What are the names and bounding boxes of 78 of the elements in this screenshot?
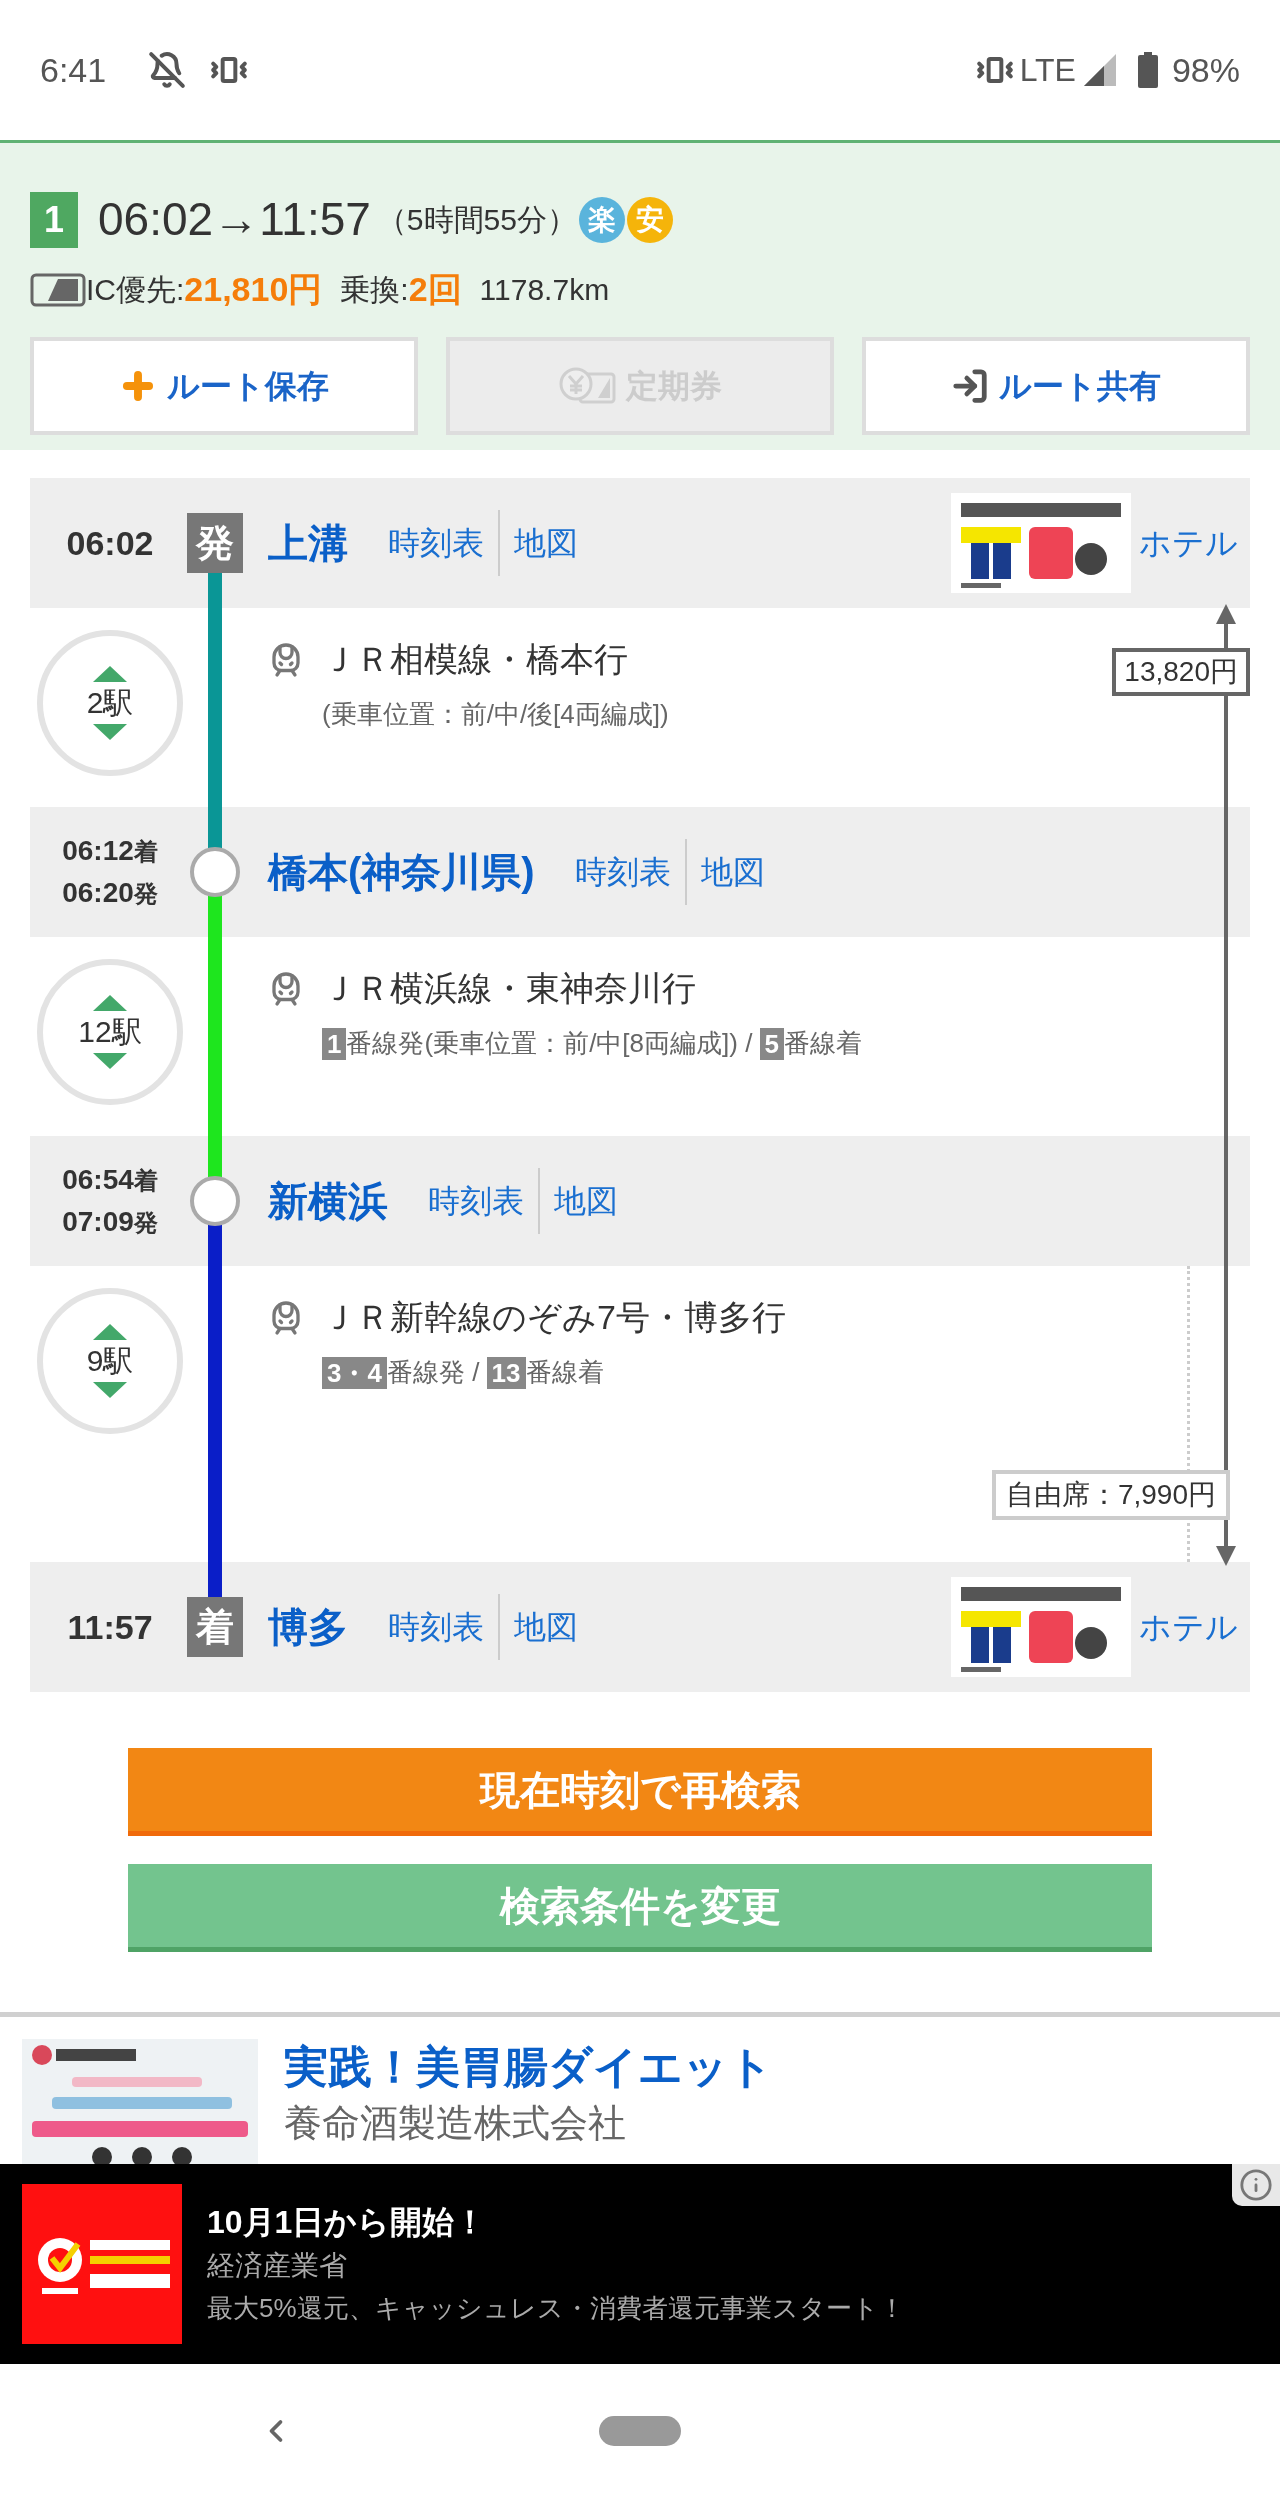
platform-info: (乗車位置：前/中/後[4両編成]) bbox=[322, 698, 669, 731]
transfer-label: 乗換: bbox=[340, 272, 409, 308]
station-link[interactable]: 地図 bbox=[700, 848, 765, 896]
ic-card-icon bbox=[30, 272, 86, 307]
info-icon bbox=[1239, 2168, 1273, 2202]
station-name[interactable]: 上溝 bbox=[268, 513, 348, 573]
route-times: 06:02→11:57 bbox=[98, 192, 371, 247]
ad-title[interactable]: 実践！美胃腸ダイエット bbox=[284, 2039, 773, 2094]
line-name: ＪＲ新幹線のぞみ7号・博多行 bbox=[322, 1297, 786, 1338]
station-name[interactable]: 橋本(神奈川県) bbox=[268, 842, 535, 902]
bell-off-icon bbox=[148, 51, 187, 89]
fare-label: IC優先: bbox=[86, 272, 185, 308]
down-triangle-icon bbox=[93, 724, 127, 740]
down-triangle-icon bbox=[93, 1382, 127, 1398]
up-triangle-icon bbox=[93, 666, 127, 682]
up-triangle-icon bbox=[93, 995, 127, 1011]
hotel-link[interactable]: ホテル bbox=[1139, 519, 1238, 567]
banner-advertiser: 経済産業省 bbox=[207, 2249, 348, 2283]
station-time: 07:09発 bbox=[62, 1208, 158, 1236]
line-name: ＪＲ横浜線・東神奈川行 bbox=[322, 968, 696, 1009]
yen-card-icon bbox=[558, 366, 616, 406]
station-link[interactable]: 地図 bbox=[514, 519, 578, 567]
through-fare-label: 13,820円 bbox=[1112, 648, 1250, 696]
station-link[interactable]: 時刻表 bbox=[388, 1603, 484, 1651]
seat-fare-label: 自由席：7,990円 bbox=[991, 1470, 1230, 1520]
station-time: 06:54着 bbox=[62, 1166, 158, 1194]
share-icon bbox=[951, 367, 989, 405]
line-name: ＪＲ相模線・橋本行 bbox=[322, 639, 628, 680]
hotel-link[interactable]: ホテル bbox=[1139, 1603, 1238, 1651]
station-time: 06:12着 bbox=[62, 837, 158, 865]
station-name[interactable]: 博多 bbox=[268, 1597, 348, 1657]
route-tag: 楽 bbox=[578, 196, 625, 243]
platform-info: 番線発 / bbox=[386, 1356, 481, 1389]
platform-badge: 13 bbox=[486, 1356, 526, 1389]
battery-level: 98% bbox=[1171, 49, 1240, 91]
ad-sponsor: 養命酒製造株式会社 bbox=[284, 2101, 627, 2146]
station-time: 06:20発 bbox=[62, 879, 158, 907]
route-action-button[interactable]: ルート保存 bbox=[30, 337, 418, 435]
platform-info: 番線発(乗車位置：前/中[8両編成]) / bbox=[346, 1027, 754, 1060]
ad-banner[interactable]: 10月1日から開始！ 経済産業省 最大5%還元、キャッシュレス・消費者還元事業スタート！ bbox=[0, 2164, 1280, 2364]
info-button[interactable] bbox=[1232, 2164, 1280, 2206]
station-node bbox=[190, 847, 240, 897]
route-number: 1 bbox=[30, 191, 78, 248]
stop-count: 9駅 bbox=[86, 1346, 134, 1376]
station-link[interactable]: 地図 bbox=[514, 1603, 578, 1651]
route-duration: （5時間55分） bbox=[376, 202, 577, 238]
down-triangle-icon bbox=[93, 1053, 127, 1069]
station-name[interactable]: 新横浜 bbox=[268, 1171, 388, 1231]
transfer-count: 2回 bbox=[408, 269, 462, 310]
station-mark: 発 bbox=[187, 513, 243, 573]
stop-count: 2駅 bbox=[86, 688, 134, 718]
platform-badge: 5 bbox=[759, 1027, 785, 1060]
fare-amount: 21,810円 bbox=[184, 269, 323, 310]
station-link[interactable]: 時刻表 bbox=[428, 1177, 524, 1225]
platform-badge: 1 bbox=[322, 1027, 347, 1060]
distance: 1178.7km bbox=[479, 272, 610, 308]
up-triangle-icon bbox=[93, 1324, 127, 1340]
platform-info: 番線着 bbox=[784, 1027, 863, 1060]
station-mark: 着 bbox=[187, 1597, 243, 1657]
station-link[interactable]: 地図 bbox=[554, 1177, 618, 1225]
route-action-button[interactable]: ルート共有 bbox=[862, 337, 1250, 435]
banner-text: 最大5%還元、キャッシュレス・消費者還元事業スタート！ bbox=[207, 2292, 905, 2325]
battery-icon bbox=[1137, 52, 1158, 88]
search-action-button[interactable]: 現在時刻で再検索 bbox=[128, 1748, 1152, 1836]
station-time: 11:57 bbox=[67, 1610, 153, 1644]
signal-icon bbox=[1083, 54, 1116, 86]
platform-info: 番線着 bbox=[525, 1356, 604, 1389]
stop-count: 12駅 bbox=[78, 1017, 142, 1047]
route-tag: 安 bbox=[626, 196, 673, 243]
station-node bbox=[190, 1176, 240, 1226]
station-link[interactable]: 時刻表 bbox=[388, 519, 484, 567]
banner-title: 10月1日から開始！ bbox=[207, 2203, 488, 2242]
station-time: 06:02 bbox=[66, 526, 154, 560]
home-handle[interactable] bbox=[599, 2415, 681, 2446]
station-link[interactable]: 時刻表 bbox=[574, 848, 671, 896]
status-time: 6:41 bbox=[40, 49, 107, 91]
platform-badge: 3・4 bbox=[322, 1356, 387, 1389]
network-type: LTE bbox=[1019, 51, 1076, 90]
